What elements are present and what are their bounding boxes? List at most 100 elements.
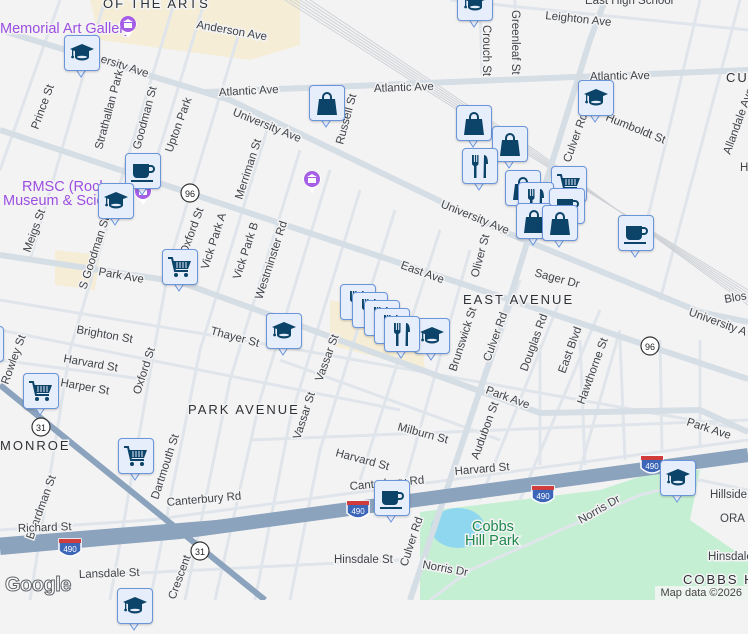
marker-grocery[interactable] [162, 249, 198, 295]
education-icon [665, 465, 691, 491]
route-number: 490 [536, 492, 550, 501]
route-shield-31: 31 [32, 418, 50, 436]
street-label: Greenleaf St [509, 10, 521, 75]
marker-box [462, 148, 498, 184]
street-label: Westminster Rd [253, 220, 290, 301]
route-shield-490: 490 [59, 539, 81, 556]
shopping-icon [547, 210, 573, 236]
marker-box [384, 316, 420, 352]
minor-road [110, 30, 240, 600]
marker-education[interactable] [266, 313, 302, 359]
marker-education[interactable] [117, 588, 153, 634]
area-label: EAST AVENUE [463, 292, 574, 307]
marker-box [117, 588, 153, 624]
route-number: 31 [195, 547, 205, 557]
marker-box [618, 215, 654, 251]
park-label[interactable]: Hill Park [465, 533, 520, 549]
street-label: Hinsdale St [334, 554, 394, 566]
marker-education[interactable] [0, 326, 4, 372]
street-label: ORA [720, 513, 745, 525]
marker-box [23, 373, 59, 409]
street-label: Prince St [30, 82, 58, 131]
route-shield-490: 490 [347, 501, 369, 518]
marker-box [118, 438, 154, 474]
museum-pin[interactable] [303, 171, 321, 193]
marker-education[interactable] [457, 0, 493, 31]
street-label: East High School [585, 0, 673, 7]
education-icon [271, 318, 297, 344]
marker-education[interactable] [98, 183, 134, 229]
poi-label[interactable]: Museum & Scie [3, 193, 105, 209]
education-icon [583, 85, 609, 111]
marker-education[interactable] [660, 460, 696, 506]
route-shield-96: 96 [181, 184, 199, 202]
marker-education[interactable] [578, 80, 614, 126]
street-label: Hinsdale St [708, 551, 748, 563]
street-label: Richard St [18, 521, 73, 535]
grocery-icon [28, 378, 54, 404]
street-label: Atlantic Ave [374, 81, 434, 95]
marker-box [457, 0, 493, 21]
route-shield-96: 96 [641, 337, 659, 355]
marker-box [64, 35, 100, 71]
shopping-icon [314, 90, 340, 116]
marker-restaurant[interactable] [462, 148, 498, 194]
street-label: Sager Dr [533, 267, 581, 291]
cafe-icon [130, 158, 156, 184]
education-icon [419, 323, 445, 349]
route-number: 96 [645, 342, 655, 352]
marker-box [0, 326, 4, 362]
route-shield-490: 490 [532, 486, 554, 503]
street-label: University Ave [439, 199, 511, 237]
cafe-icon [379, 485, 405, 511]
street-label: Goodman St [131, 85, 160, 151]
marker-grocery[interactable] [23, 373, 59, 419]
route-number: 96 [185, 189, 195, 199]
map-attribution[interactable]: Map data ©2026 [655, 586, 748, 600]
marker-cafe[interactable] [618, 215, 654, 261]
marker-box [309, 85, 345, 121]
grocery-icon [167, 254, 193, 280]
street-label: Lansdale St [79, 567, 141, 581]
street-label: Oxford St [131, 345, 158, 396]
street-label: Hillside [710, 489, 747, 501]
marker-restaurant[interactable] [384, 316, 420, 362]
street-label: Blos [723, 290, 747, 306]
street-label: Allandale Ave [722, 87, 748, 156]
grocery-icon [123, 443, 149, 469]
marker-box [578, 80, 614, 116]
minor-road [640, 0, 700, 250]
minor-road [620, 340, 625, 460]
marker-box [542, 205, 578, 241]
area-label: CUL [726, 70, 748, 85]
restaurant-icon [389, 321, 415, 347]
route-number: 490 [63, 545, 77, 554]
marker-box [162, 249, 198, 285]
atlantic-ave-road [205, 70, 748, 92]
street-label: University Ave [231, 107, 303, 145]
marker-shopping[interactable] [542, 205, 578, 251]
marker-grocery[interactable] [118, 438, 154, 484]
street-label: Vick Park A [199, 211, 229, 271]
street-label: Harvard St [454, 461, 511, 478]
street-label: Thayer St [209, 325, 261, 350]
marker-box [98, 183, 134, 219]
route-number: 31 [36, 423, 46, 433]
minor-road [660, 340, 662, 450]
street-label: H [740, 162, 748, 174]
marker-shopping[interactable] [309, 85, 345, 131]
marker-cafe[interactable] [374, 480, 410, 526]
marker-shopping[interactable] [456, 105, 492, 151]
education-icon [122, 593, 148, 619]
marker-box [266, 313, 302, 349]
marker-education[interactable] [64, 35, 100, 81]
cafe-icon [623, 220, 649, 246]
street-label: Park Ave [97, 266, 144, 286]
street-label: Meigs St [22, 207, 49, 254]
street-label: Milburn St [396, 421, 450, 446]
area-label: OF THE ARTS [103, 0, 210, 11]
area-label: PARK AVENUE [188, 402, 300, 417]
marker-box [456, 105, 492, 141]
shopping-icon [497, 131, 523, 157]
marker-box [660, 460, 696, 496]
